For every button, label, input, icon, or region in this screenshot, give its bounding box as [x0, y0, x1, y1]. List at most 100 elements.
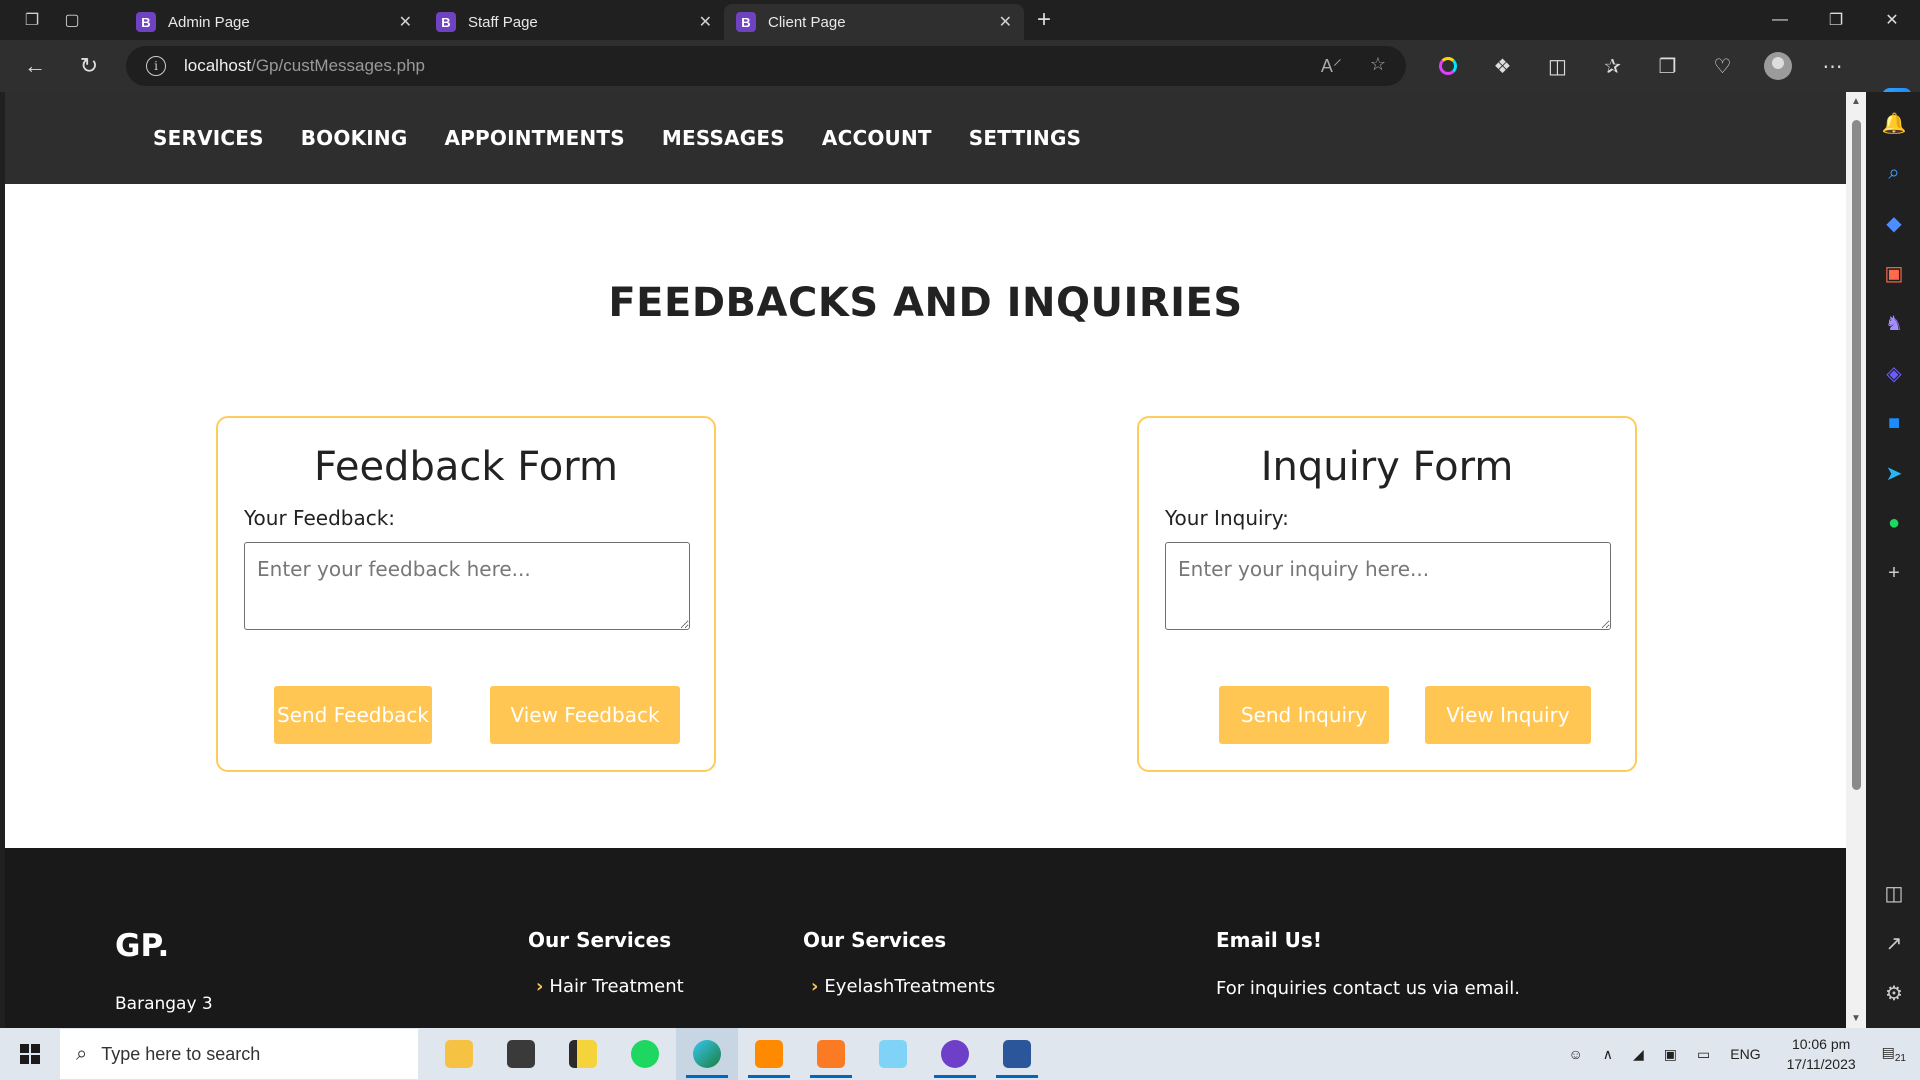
nav-appointments[interactable]: APPOINTMENTS: [444, 126, 624, 150]
tab-admin-page[interactable]: B Admin Page ✕: [124, 4, 424, 40]
color-extension-icon[interactable]: [1420, 57, 1475, 75]
taskbar-apps: [428, 1028, 1048, 1080]
extensions-toolbar: ❖ ◫ ✰ ❐ ♡ ⋯: [1420, 40, 1860, 92]
site-footer: GP. Barangay 3 Our Services › Hair Treatm…: [5, 848, 1846, 1028]
footer-email-title: Email Us!: [1216, 928, 1322, 952]
split-screen-icon[interactable]: ◫: [1530, 54, 1585, 79]
spotify-taskbar-icon[interactable]: [614, 1028, 676, 1080]
spotify-icon[interactable]: ●: [1876, 498, 1912, 548]
collections-icon[interactable]: ❐: [1640, 54, 1695, 79]
address-bar[interactable]: i localhost/Gp/custMessages.php A⸍ ☆: [126, 46, 1406, 86]
tab-staff-page[interactable]: B Staff Page ✕: [424, 4, 724, 40]
more-options-icon[interactable]: ⋯: [1805, 54, 1860, 79]
close-tab-icon[interactable]: ✕: [699, 12, 712, 32]
search-icon[interactable]: ⌕: [1876, 148, 1912, 198]
shopping-tag-icon[interactable]: ◆: [1876, 198, 1912, 248]
footer-service-label: EyelashTreatments: [824, 976, 996, 997]
browser-toolbar: ← ↻ i localhost/Gp/custMessages.php A⸍ ☆…: [0, 40, 1920, 118]
feedback-label: Your Feedback:: [244, 506, 396, 530]
back-icon[interactable]: ←: [8, 40, 62, 92]
sidebar-toggle-icon[interactable]: ◫: [1876, 868, 1912, 918]
new-tab-button[interactable]: +: [1024, 0, 1064, 40]
favorites-icon[interactable]: ✰: [1585, 54, 1640, 79]
nav-messages[interactable]: MESSAGES: [662, 126, 785, 150]
browser-essentials-icon[interactable]: ♡: [1695, 54, 1750, 79]
page-viewport: SERVICES BOOKING APPOINTMENTS MESSAGES A…: [5, 92, 1846, 1028]
sublime-text-icon[interactable]: [738, 1028, 800, 1080]
close-tab-icon[interactable]: ✕: [999, 12, 1012, 32]
taskbar-search-placeholder: Type here to search: [101, 1043, 261, 1064]
notifications-icon[interactable]: ▤21: [1872, 1044, 1920, 1064]
refresh-icon[interactable]: ↻: [62, 40, 116, 92]
restore-icon[interactable]: ❐: [1808, 0, 1864, 40]
language-indicator[interactable]: ENG: [1720, 1046, 1770, 1062]
scroll-up-icon[interactable]: ▲: [1850, 96, 1862, 107]
outlook-icon[interactable]: ■: [1876, 398, 1912, 448]
sticky-notes-icon[interactable]: [552, 1028, 614, 1080]
nav-settings[interactable]: SETTINGS: [969, 126, 1081, 150]
profile-avatar[interactable]: [1750, 52, 1805, 80]
footer-logo: GP.: [115, 928, 170, 964]
extensions-puzzle-icon[interactable]: ❖: [1475, 54, 1530, 79]
scrollbar-thumb[interactable]: [1852, 120, 1861, 790]
nav-booking[interactable]: BOOKING: [301, 126, 408, 150]
open-external-icon[interactable]: ↗: [1876, 918, 1912, 968]
clock[interactable]: 10:06 pm 17/11/2023: [1771, 1034, 1872, 1074]
favorite-star-icon[interactable]: ☆: [1370, 54, 1386, 78]
footer-services-title: Our Services: [528, 928, 672, 952]
scroll-down-icon[interactable]: ▼: [1850, 1013, 1862, 1024]
inquiry-label: Your Inquiry:: [1165, 506, 1289, 530]
workspaces-icon[interactable]: ❐: [12, 0, 52, 40]
page-scrollbar[interactable]: ▲ ▼: [1846, 92, 1866, 1028]
clock-time: 10:06 pm: [1791, 1036, 1851, 1052]
bell-icon[interactable]: 🔔: [1876, 98, 1912, 148]
close-window-icon[interactable]: ✕: [1864, 0, 1920, 40]
feedback-textarea[interactable]: [244, 542, 690, 630]
xampp-icon[interactable]: [800, 1028, 862, 1080]
footer-address: Barangay 3: [115, 994, 213, 1014]
battery-icon[interactable]: ▭: [1687, 1046, 1720, 1063]
search-icon: ⌕: [76, 1042, 88, 1065]
tab-actions-icon[interactable]: ▢: [52, 0, 92, 40]
view-inquiry-button[interactable]: View Inquiry: [1425, 686, 1591, 744]
edge-taskbar-icon[interactable]: [676, 1028, 738, 1080]
footer-service-link[interactable]: › Hair Treatment: [536, 976, 684, 997]
taskbar-search[interactable]: ⌕ Type here to search: [60, 1029, 418, 1079]
wifi-icon[interactable]: ◢: [1623, 1046, 1654, 1063]
nav-account[interactable]: ACCOUNT: [822, 126, 932, 150]
inquiry-textarea[interactable]: [1165, 542, 1611, 630]
add-icon[interactable]: +: [1876, 548, 1912, 598]
nav-services[interactable]: SERVICES: [153, 126, 264, 150]
url-path: /Gp/custMessages.php: [251, 56, 425, 75]
send-icon[interactable]: ➤: [1876, 448, 1912, 498]
notification-count: 21: [1894, 1052, 1906, 1064]
chevron-up-icon[interactable]: ∧: [1593, 1046, 1623, 1063]
feedback-form-card: Feedback Form Your Feedback: Send Feedba…: [216, 416, 716, 772]
send-inquiry-button[interactable]: Send Inquiry: [1219, 686, 1389, 744]
start-button[interactable]: [0, 1028, 60, 1080]
wiki-app-icon[interactable]: [490, 1028, 552, 1080]
bootstrap-favicon-icon: B: [136, 12, 156, 32]
file-explorer-icon[interactable]: [428, 1028, 490, 1080]
close-tab-icon[interactable]: ✕: [399, 12, 412, 32]
people-icon[interactable]: ☺: [1558, 1046, 1592, 1062]
view-feedback-button[interactable]: View Feedback: [490, 686, 680, 744]
send-feedback-button[interactable]: Send Feedback: [274, 686, 432, 744]
tools-briefcase-icon[interactable]: ▣: [1876, 248, 1912, 298]
tab-client-page[interactable]: B Client Page ✕: [724, 4, 1024, 40]
minimize-icon[interactable]: —: [1752, 0, 1808, 40]
tab-label: Staff Page: [468, 13, 538, 31]
display-icon[interactable]: ▣: [1654, 1046, 1687, 1063]
edge-sidebar: 🔔 ⌕ ◆ ▣ ♞ ◈ ■ ➤ ● + ◫ ↗ ⚙: [1868, 92, 1920, 1028]
microsoft-365-icon[interactable]: ◈: [1876, 348, 1912, 398]
settings-gear-icon[interactable]: ⚙: [1876, 968, 1912, 1018]
footer-services-title-2: Our Services: [803, 928, 947, 952]
games-icon[interactable]: ♞: [1876, 298, 1912, 348]
window-controls: — ❐ ✕: [1752, 0, 1920, 40]
word-icon[interactable]: [986, 1028, 1048, 1080]
read-aloud-icon[interactable]: A⸍: [1321, 54, 1342, 78]
site-info-icon[interactable]: i: [146, 56, 166, 76]
notepad-icon[interactable]: [862, 1028, 924, 1080]
github-desktop-icon[interactable]: [924, 1028, 986, 1080]
footer-service-link[interactable]: › EyelashTreatments: [811, 976, 995, 997]
